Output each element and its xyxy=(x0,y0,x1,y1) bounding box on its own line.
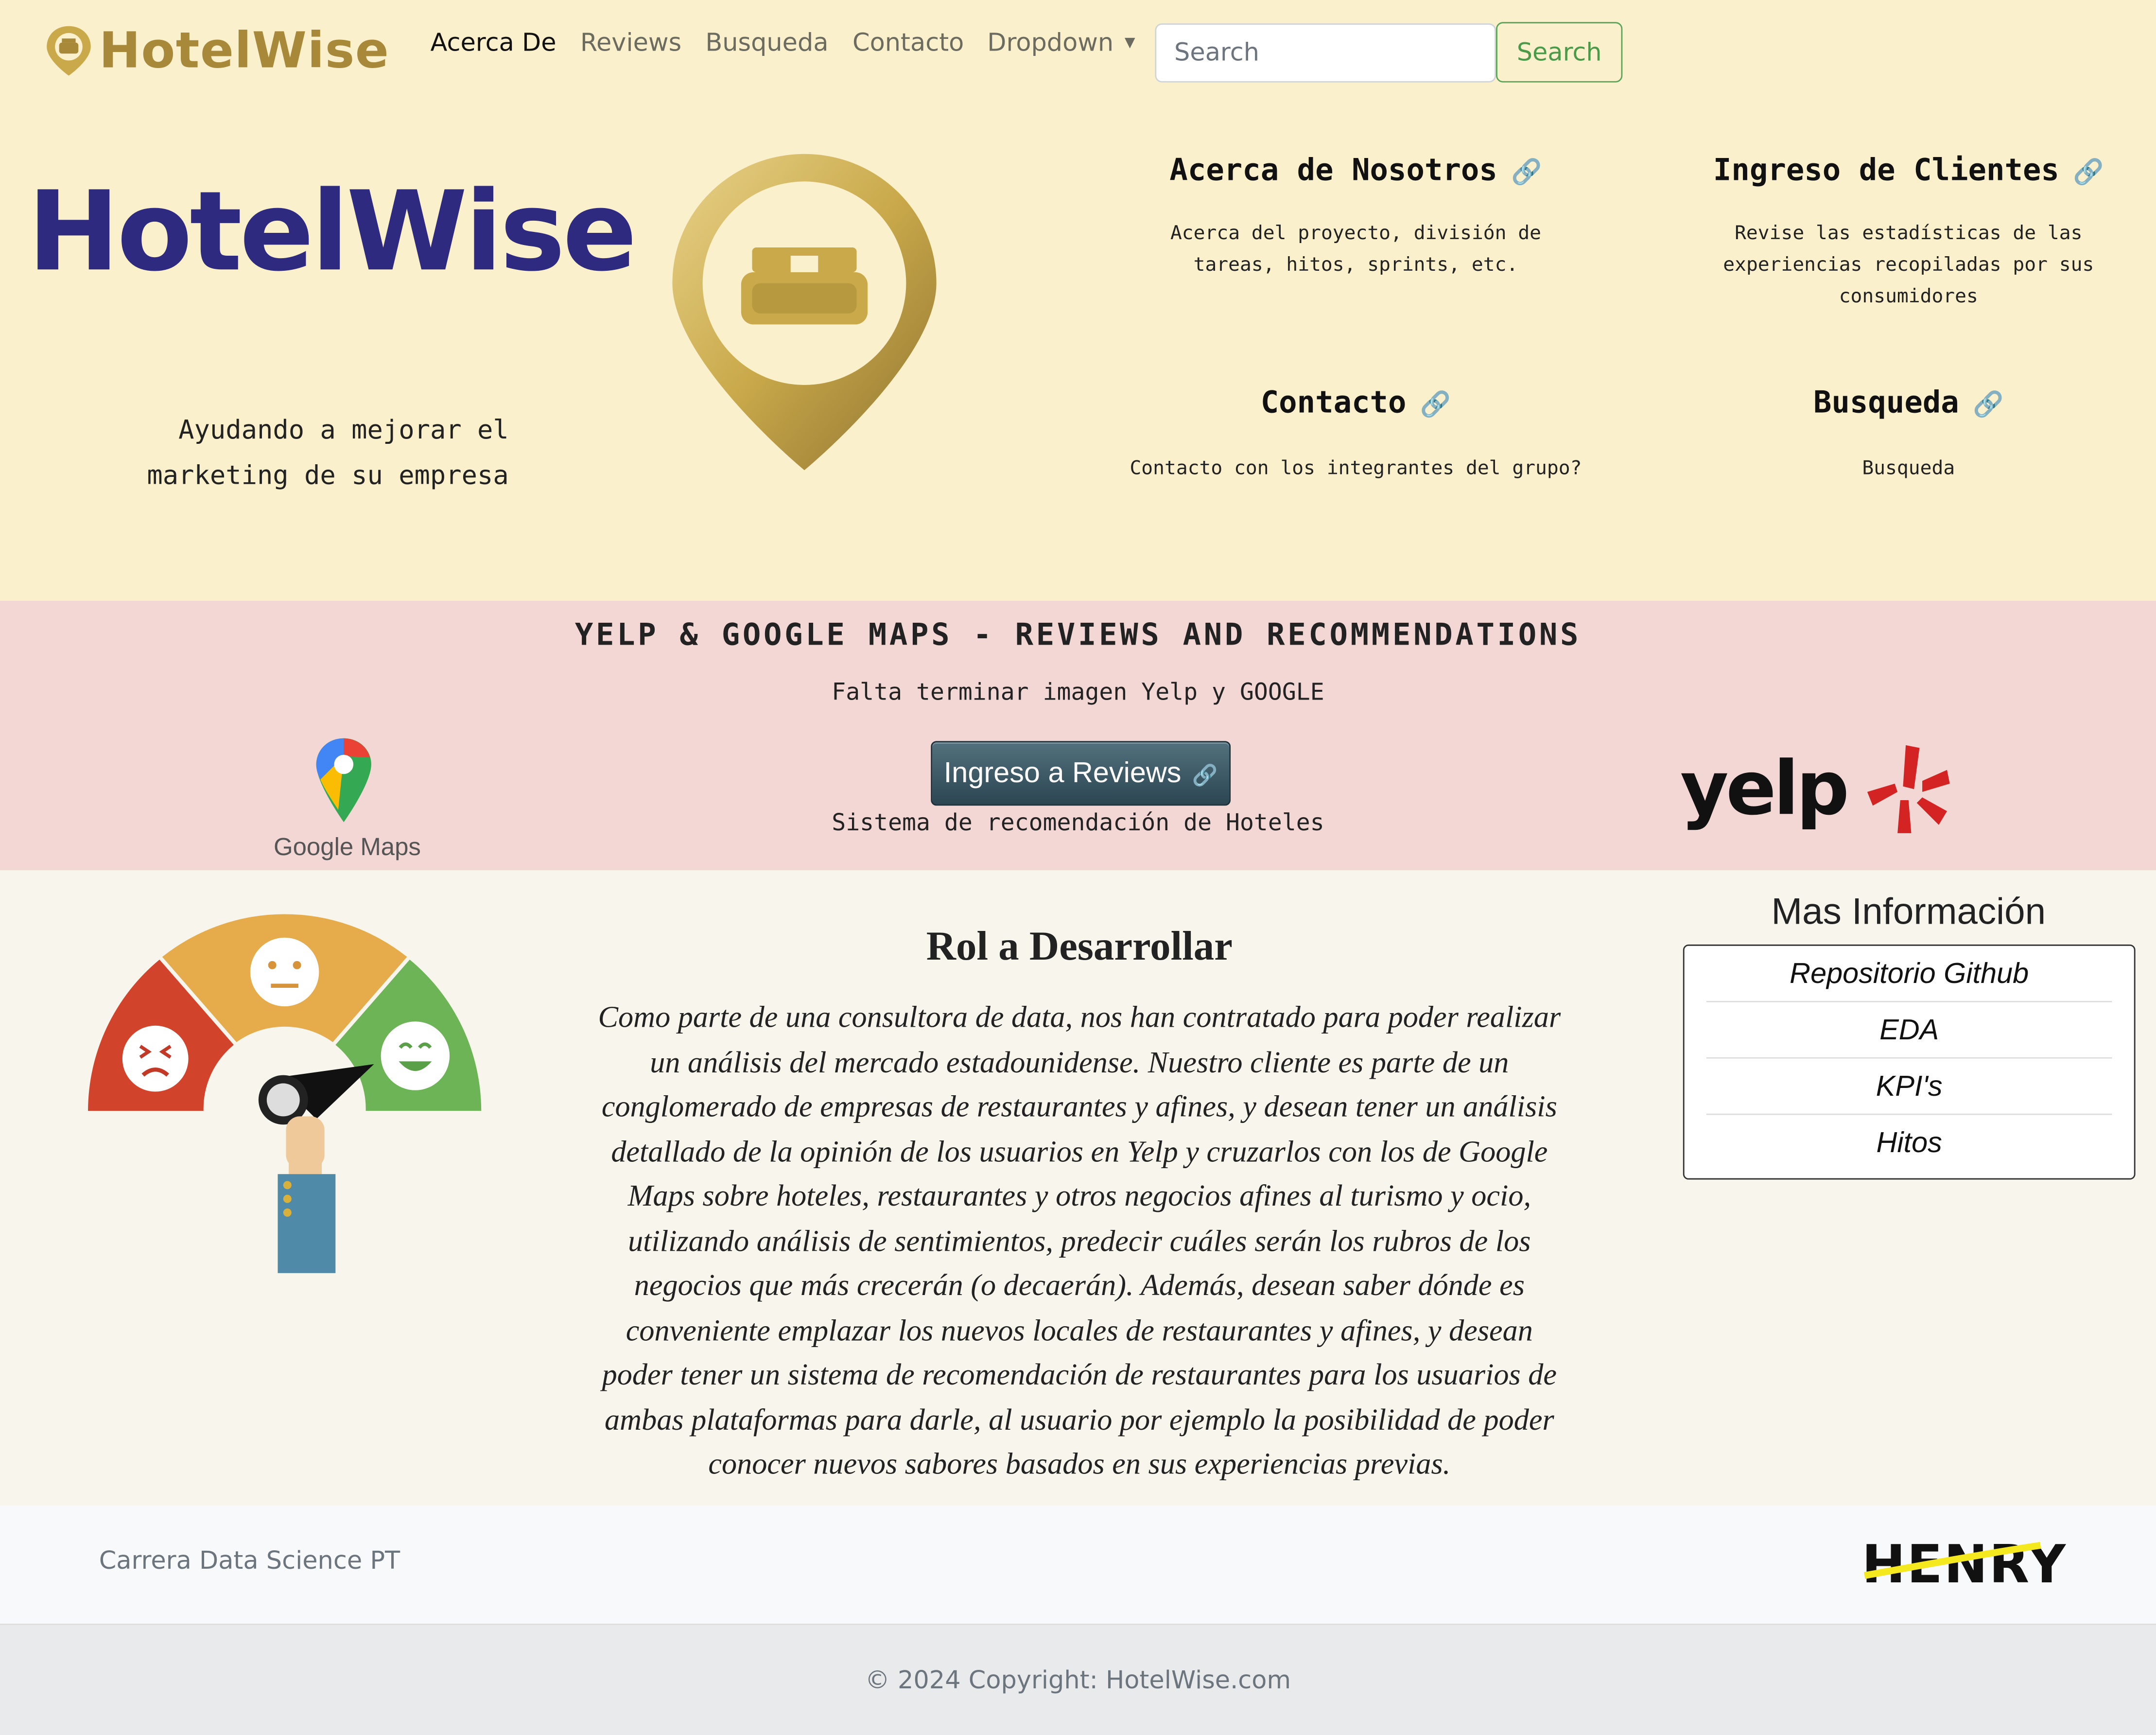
nav-link-acerca-de[interactable]: Acerca De xyxy=(431,29,556,57)
footer-career-text: Carrera Data Science PT xyxy=(99,1546,400,1576)
copyright-text: © 2024 Copyright: HotelWise.com xyxy=(865,1666,1291,1696)
more-info-item-hitos[interactable]: Hitos xyxy=(1706,1115,2112,1172)
brand-text: HotelWise xyxy=(99,22,390,79)
band-note: Falta terminar imagen Yelp y GOOGLE xyxy=(832,679,1324,707)
link-icon: 🔗 xyxy=(2073,158,2104,187)
search-input[interactable] xyxy=(1155,23,1496,83)
more-info-item-kpis[interactable]: KPI's xyxy=(1706,1059,2112,1115)
hero-tagline: Ayudando a mejorar el marketing de su em… xyxy=(147,415,509,491)
band-heading: YELP & GOOGLE MAPS - REVIEWS AND RECOMME… xyxy=(574,618,1582,653)
nav-link-busqueda[interactable]: Busqueda xyxy=(705,29,828,57)
brand-logo[interactable]: HotelWise xyxy=(44,19,390,83)
henry-underline-stroke xyxy=(1863,1542,2041,1579)
card-title-text: Ingreso de Clientes xyxy=(1713,154,2059,189)
yelp-logo: yelp xyxy=(1680,740,1955,850)
nav-link-contacto[interactable]: Contacto xyxy=(852,29,964,57)
card-title-ingreso-de-clientes[interactable]: Ingreso de Clientes 🔗 xyxy=(1634,154,2156,189)
yelp-wordmark: yelp xyxy=(1680,745,1849,832)
card-title-busqueda[interactable]: Busqueda 🔗 xyxy=(1634,386,2156,421)
card-text-ingreso-de-clientes: Revise las estadísticas de las experienc… xyxy=(1723,223,2094,308)
search-button[interactable]: Search xyxy=(1496,22,1623,83)
google-maps-pin-icon xyxy=(316,738,371,823)
satisfaction-gauge-illustration xyxy=(88,914,482,1273)
card-title-acerca-de-nosotros[interactable]: Acerca de Nosotros 🔗 xyxy=(1081,154,1631,189)
card-title-text: Acerca de Nosotros xyxy=(1169,154,1497,189)
role-body: Como parte de una consultora de data, no… xyxy=(598,999,1561,1481)
card-text-acerca-de-nosotros: Acerca del proyecto, división de tareas,… xyxy=(1170,223,1542,277)
card-title-text: Busqueda xyxy=(1813,386,1959,421)
role-title: Rol a Desarrollar xyxy=(926,924,1233,969)
card-text-contacto: Contacto con los integrantes del grupo? xyxy=(1130,457,1582,480)
hotel-location-pin-logo xyxy=(672,154,937,471)
link-icon: 🔗 xyxy=(1420,390,1451,420)
card-title-contacto[interactable]: Contacto 🔗 xyxy=(1081,386,1631,421)
more-info-item-eda[interactable]: EDA xyxy=(1706,1002,2112,1059)
reviews-button[interactable]: Ingreso a Reviews 🔗 xyxy=(931,741,1231,806)
link-icon: 🔗 xyxy=(1192,764,1218,788)
nav-dropdown-label: Dropdown xyxy=(987,29,1114,58)
link-icon: 🔗 xyxy=(1973,390,2004,420)
reviews-button-label: Ingreso a Reviews xyxy=(943,756,1182,789)
link-icon: 🔗 xyxy=(1511,158,1542,187)
card-text-busqueda: Busqueda xyxy=(1862,457,1955,480)
hotel-pin-icon xyxy=(47,26,91,76)
yelp-burst-icon xyxy=(1867,745,1950,833)
google-maps-label: Google Maps xyxy=(273,833,421,861)
caret-down-icon: ▼ xyxy=(1124,35,1135,51)
nav-link-reviews[interactable]: Reviews xyxy=(580,29,681,57)
more-info-item-github[interactable]: Repositorio Github xyxy=(1706,946,2112,1002)
card-title-text: Contacto xyxy=(1260,386,1407,421)
henry-logo[interactable]: HENRY xyxy=(1862,1534,2115,1595)
more-info-list: Repositorio Github EDA KPI's Hitos xyxy=(1683,944,2136,1180)
more-info-title: Mas Información xyxy=(1771,891,2046,932)
nav-dropdown[interactable]: Dropdown ▼ xyxy=(987,29,1135,57)
hero-title: HotelWise xyxy=(27,168,637,296)
